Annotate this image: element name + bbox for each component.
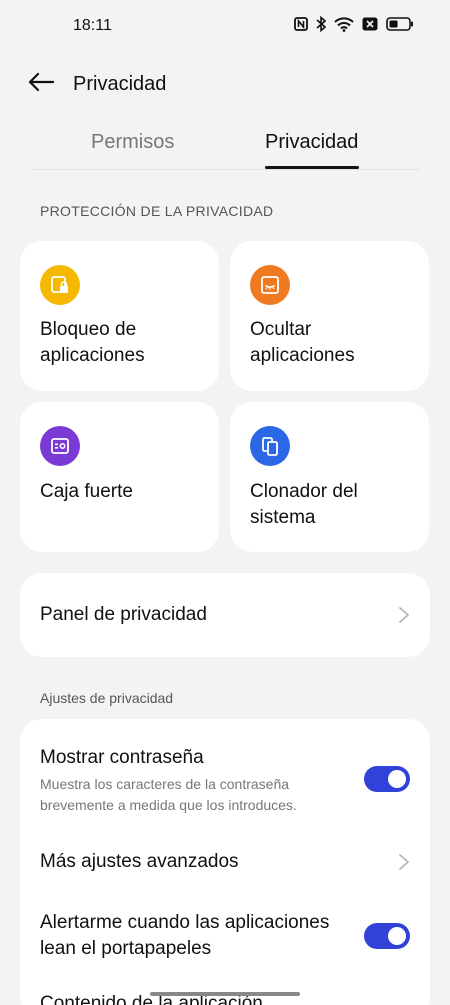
tile-label: Bloqueo de aplicaciones bbox=[40, 319, 145, 366]
status-bar: 18:11 bbox=[0, 0, 450, 52]
wifi-icon bbox=[334, 16, 354, 32]
tile-system-cloner[interactable]: Clonador del sistema bbox=[230, 402, 429, 552]
tile-app-lock[interactable]: Bloqueo de aplicaciones bbox=[20, 241, 219, 391]
tile-label: Caja fuerte bbox=[40, 481, 133, 502]
show-password-toggle[interactable] bbox=[364, 766, 410, 792]
tab-privacidad[interactable]: Privacidad bbox=[265, 131, 358, 154]
tile-hide-apps[interactable]: Ocultar aplicaciones bbox=[230, 241, 429, 391]
privacy-panel-row[interactable]: Panel de privacidad bbox=[20, 573, 430, 657]
tile-label: Ocultar aplicaciones bbox=[250, 319, 355, 366]
status-icons bbox=[294, 16, 414, 32]
back-button[interactable] bbox=[26, 70, 56, 98]
setting-subtitle: Muestra los caracteres de la contraseña … bbox=[40, 776, 297, 813]
tile-label: Clonador del sistema bbox=[250, 481, 358, 528]
chevron-right-icon bbox=[398, 853, 410, 871]
active-tab-indicator bbox=[265, 166, 359, 169]
section-title-protection: PROTECCIÓN DE LA PRIVACIDAD bbox=[40, 203, 274, 219]
tab-bar: Permisos Privacidad bbox=[32, 126, 419, 170]
system-cloner-icon bbox=[250, 426, 290, 466]
hide-apps-icon bbox=[250, 265, 290, 305]
section-title-settings: Ajustes de privacidad bbox=[40, 690, 174, 706]
status-time: 18:11 bbox=[73, 17, 112, 34]
app-lock-icon bbox=[40, 265, 80, 305]
nfc-icon bbox=[294, 17, 308, 31]
home-indicator[interactable] bbox=[150, 992, 300, 996]
safe-icon bbox=[40, 426, 80, 466]
clipboard-alert-toggle[interactable] bbox=[364, 923, 410, 949]
bluetooth-icon bbox=[316, 16, 326, 32]
battery-icon bbox=[386, 17, 414, 31]
sim-blocked-icon bbox=[362, 17, 378, 31]
app-header: Privacidad bbox=[0, 62, 450, 106]
setting-title: Mostrar contraseña bbox=[40, 747, 204, 768]
arrow-left-icon bbox=[28, 72, 55, 97]
chevron-right-icon bbox=[398, 606, 410, 624]
setting-title: Más ajustes avanzados bbox=[40, 851, 239, 872]
privacy-settings-card: Mostrar contraseña Muestra los caractere… bbox=[20, 719, 430, 1005]
page-title: Privacidad bbox=[73, 73, 167, 95]
tab-permisos[interactable]: Permisos bbox=[91, 131, 174, 154]
privacy-panel-label: Panel de privacidad bbox=[40, 604, 207, 625]
tile-safe[interactable]: Caja fuerte bbox=[20, 402, 219, 552]
setting-title: Alertarme cuando las aplicaciones lean e… bbox=[40, 912, 330, 959]
